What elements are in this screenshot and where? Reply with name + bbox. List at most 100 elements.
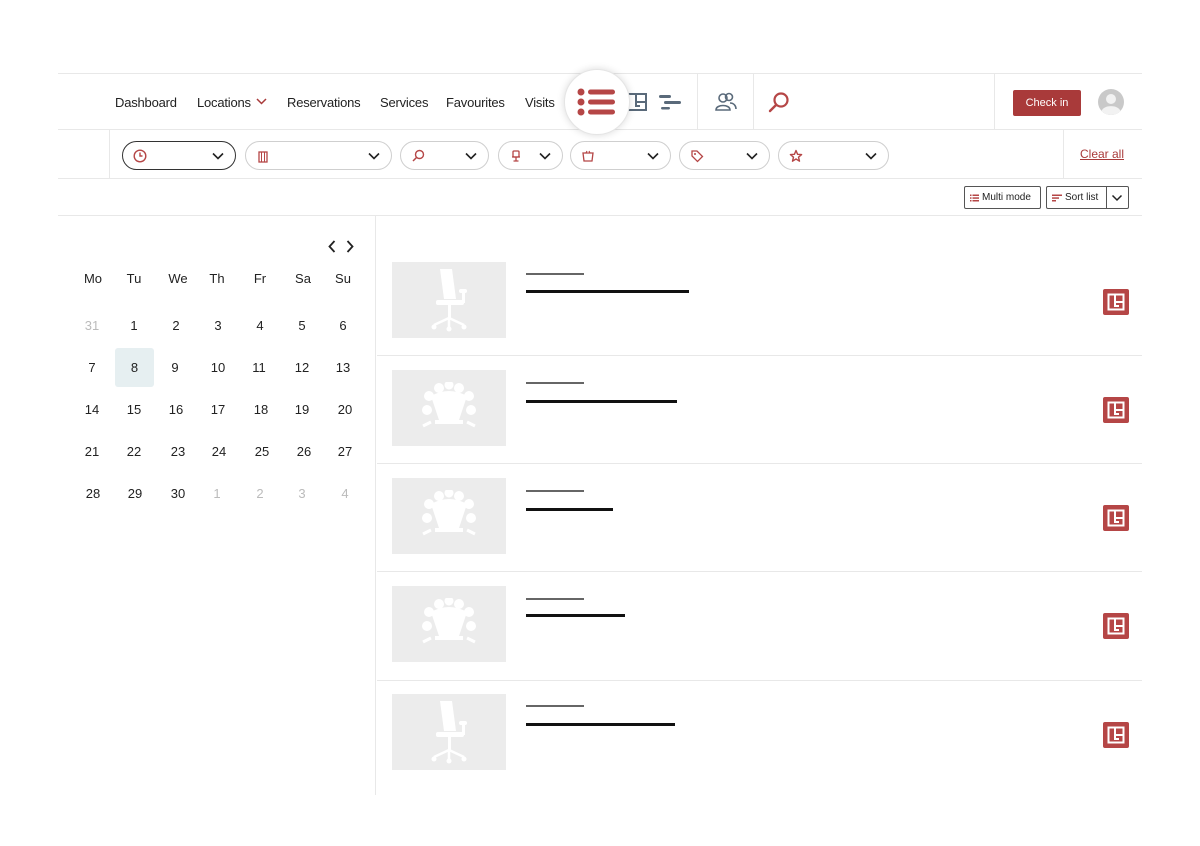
calendar-day[interactable]: 30 <box>158 474 198 514</box>
calendar-day[interactable]: 19 <box>282 390 322 430</box>
calendar-day[interactable]: 1 <box>197 474 237 514</box>
list-item[interactable] <box>377 248 1142 356</box>
sort-icon <box>1052 194 1062 201</box>
calendar-day[interactable]: 21 <box>72 432 112 472</box>
calendar-day[interactable]: 4 <box>240 306 280 346</box>
top-navigation: Dashboard Locations Reservations Service… <box>58 69 1142 135</box>
calendar-day[interactable]: 16 <box>156 390 196 430</box>
calendar-day[interactable]: 23 <box>158 432 198 472</box>
building-filter[interactable] <box>245 141 392 170</box>
chair-icon <box>512 150 520 162</box>
list-item[interactable] <box>377 572 1142 681</box>
nav-locations[interactable]: Locations <box>197 95 267 110</box>
weekday-label: Th <box>209 271 225 286</box>
sort-list-button[interactable]: Sort list <box>1046 186 1107 209</box>
meeting-room-icon <box>422 598 476 644</box>
list-item[interactable] <box>377 464 1142 572</box>
calendar-day[interactable]: 3 <box>198 306 238 346</box>
nav-visits[interactable]: Visits <box>525 95 555 110</box>
star-icon <box>789 149 803 162</box>
calendar-day[interactable]: 6 <box>323 306 363 346</box>
building-icon <box>258 151 268 163</box>
favourites-filter[interactable] <box>778 141 889 170</box>
calendar-day[interactable]: 11 <box>239 348 279 388</box>
time-filter[interactable] <box>122 141 236 170</box>
filter-divider <box>1063 130 1064 179</box>
calendar-day[interactable]: 9 <box>155 348 195 388</box>
clear-all-link[interactable]: Clear all <box>1080 147 1124 161</box>
next-month-button[interactable] <box>343 238 357 254</box>
tag-filter[interactable] <box>679 141 770 170</box>
chevron-left-icon <box>328 239 336 253</box>
nav-services[interactable]: Services <box>380 95 428 110</box>
nav-reservations[interactable]: Reservations <box>287 95 361 110</box>
calendar-day[interactable]: 25 <box>242 432 282 472</box>
show-on-floorplan-button[interactable] <box>1103 613 1129 639</box>
show-on-floorplan-button[interactable] <box>1103 505 1129 531</box>
search-icon[interactable] <box>767 90 791 114</box>
nav-dashboard[interactable]: Dashboard <box>115 95 177 110</box>
filter-bar: Clear all <box>58 130 1142 179</box>
workspace-type-filter[interactable] <box>498 141 563 170</box>
calendar-day[interactable]: 24 <box>199 432 239 472</box>
timeline-view-icon[interactable] <box>658 90 682 114</box>
sort-list-label: Sort list <box>1065 192 1099 203</box>
weekday-label: Sa <box>295 271 311 286</box>
show-on-floorplan-button[interactable] <box>1103 289 1129 315</box>
calendar-day[interactable]: 15 <box>114 390 154 430</box>
floorplan-icon <box>1107 617 1125 635</box>
calendar-day[interactable]: 26 <box>284 432 324 472</box>
list-view-icon <box>577 88 615 116</box>
calendar-day-selected[interactable]: 8 <box>115 348 154 387</box>
calendar-day[interactable]: 20 <box>325 390 365 430</box>
calendar-day[interactable]: 29 <box>115 474 155 514</box>
list-view-button[interactable] <box>564 69 630 135</box>
previous-month-button[interactable] <box>325 238 339 254</box>
calendar-day[interactable]: 2 <box>240 474 280 514</box>
chair-icon <box>431 269 467 332</box>
result-title-placeholder <box>526 508 613 511</box>
search-filter[interactable] <box>400 141 489 170</box>
calendar-day[interactable]: 7 <box>72 348 112 388</box>
nav-divider <box>994 74 995 130</box>
calendar-day[interactable]: 13 <box>323 348 363 388</box>
check-in-button[interactable]: Check in <box>1013 90 1081 116</box>
weekday-label: Su <box>335 271 351 286</box>
calendar-day[interactable]: 4 <box>325 474 365 514</box>
workspace-thumbnail <box>392 478 506 554</box>
date-picker-calendar: Mo Tu We Th Fr Sa Su 31 1 2 3 4 5 6 7 8 … <box>58 216 376 795</box>
workspace-thumbnail <box>392 694 506 770</box>
list-icon <box>970 194 979 201</box>
show-on-floorplan-button[interactable] <box>1103 397 1129 423</box>
show-on-floorplan-button[interactable] <box>1103 722 1129 748</box>
result-subtitle-placeholder <box>526 382 584 384</box>
multi-mode-button[interactable]: Multi mode <box>964 186 1041 209</box>
sort-dropdown-toggle[interactable] <box>1106 186 1129 209</box>
list-item[interactable] <box>377 356 1142 464</box>
floorplan-icon <box>1107 509 1125 527</box>
weekday-label: Mo <box>83 271 103 286</box>
calendar-day[interactable]: 27 <box>325 432 365 472</box>
calendar-day[interactable]: 1 <box>114 306 154 346</box>
calendar-day[interactable]: 3 <box>282 474 322 514</box>
chevron-down-icon <box>1111 194 1123 201</box>
calendar-day[interactable]: 22 <box>114 432 154 472</box>
people-icon[interactable] <box>714 90 738 114</box>
calendar-day[interactable]: 5 <box>282 306 322 346</box>
nav-favourites[interactable]: Favourites <box>446 95 505 110</box>
area-filter[interactable] <box>570 141 671 170</box>
calendar-day[interactable]: 2 <box>156 306 196 346</box>
calendar-day[interactable]: 14 <box>72 390 112 430</box>
list-toolbar: Multi mode Sort list <box>58 179 1142 216</box>
result-title-placeholder <box>526 723 675 726</box>
list-item[interactable] <box>377 681 1142 795</box>
calendar-day[interactable]: 28 <box>73 474 113 514</box>
avatar[interactable] <box>1098 89 1124 115</box>
calendar-day[interactable]: 12 <box>282 348 322 388</box>
calendar-day[interactable]: 17 <box>198 390 238 430</box>
chair-icon <box>431 701 467 764</box>
weekday-label: We <box>168 271 188 286</box>
calendar-day[interactable]: 31 <box>72 306 112 346</box>
calendar-day[interactable]: 18 <box>241 390 281 430</box>
calendar-day[interactable]: 10 <box>198 348 238 388</box>
